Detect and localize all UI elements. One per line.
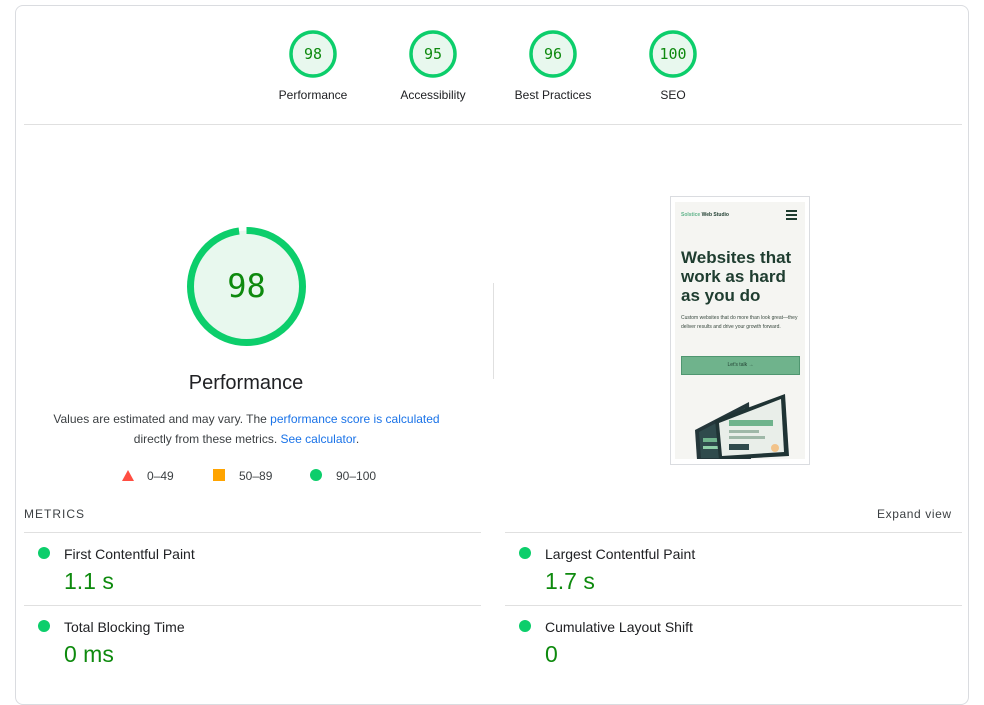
score-calculated-link[interactable]: performance score is calculated [270,412,439,426]
description-text: Values are estimated and may vary. The [53,412,271,426]
metric-value: 0 ms [64,641,114,667]
final-screenshot[interactable]: Solstice Web Studio Websites that work a… [670,196,810,465]
legend-range: 90–100 [336,469,377,483]
metric-value: 0 [545,641,558,667]
gauge-score: 98 [304,45,322,63]
gauge-ring-icon: 98 [289,30,337,78]
performance-title: Performance [188,372,304,394]
legend-range: 50–89 [239,469,273,483]
score-description: Values are estimated and may vary. The p… [40,409,453,449]
legend-range: 0–49 [147,469,174,483]
site-headline: Websites that work as hard as you do [681,248,792,305]
pass-circle-icon [38,620,50,632]
gauge-ring-icon: 96 [529,30,577,78]
metric-name: Cumulative Layout Shift [545,619,693,635]
gauge-score: 96 [544,45,562,63]
metric-tbt: Total Blocking Time 0 ms [24,605,464,675]
gauge-label: Accessibility [400,88,466,102]
gauge-score: 95 [424,45,442,63]
square-icon [213,469,225,481]
metric-value: 1.1 s [64,568,114,594]
vertical-divider [493,283,494,379]
gauge-seo[interactable]: 100 SEO [618,29,728,102]
pass-circle-icon [519,620,531,632]
triangle-icon [122,470,134,481]
site-body-text: Custom websites that do more than look g… [681,315,798,330]
category-gauges: 98 Performance 95 Accessibility 96 Best … [0,0,984,125]
metric-value: 1.7 s [545,568,595,594]
hamburger-menu-icon [786,210,797,220]
performance-gauge: 98 [187,227,306,346]
pass-circle-icon [519,547,531,559]
gauge-ring-icon: 95 [409,30,457,78]
description-text: directly from these metrics. [133,432,281,446]
metric-name: Total Blocking Time [64,619,185,635]
gauge-ring-icon: 100 [649,30,697,78]
metric-fcp: First Contentful Paint 1.1 s [24,532,464,602]
metric-name: Largest Contentful Paint [545,546,696,562]
gauge-score: 100 [659,45,686,63]
gauge-performance[interactable]: 98 Performance [258,29,368,102]
metric-lcp: Largest Contentful Paint 1.7 s [505,532,945,602]
laptop-illustration-icon [695,394,789,459]
circle-icon [310,469,322,481]
section-divider [24,124,962,125]
metrics-header: METRICS [24,507,85,521]
gauge-best-practices[interactable]: 96 Best Practices [498,29,608,102]
description-text: . [355,432,360,446]
gauge-label: Performance [278,88,348,102]
gauge-label: SEO [660,88,686,102]
gauge-label: Best Practices [514,88,592,102]
site-logo: Solstice Web Studio [681,212,729,218]
expand-view-toggle[interactable]: Expand view [877,507,952,521]
metric-cls: Cumulative Layout Shift 0 [505,605,945,675]
pass-circle-icon [38,547,50,559]
metric-name: First Contentful Paint [64,546,195,562]
see-calculator-link[interactable]: See calculator [280,432,355,446]
screenshot-content: Solstice Web Studio Websites that work a… [675,202,805,459]
performance-score: 98 [227,267,266,305]
site-cta-button: Let's talk → [681,356,800,375]
gauge-accessibility[interactable]: 95 Accessibility [378,29,488,102]
